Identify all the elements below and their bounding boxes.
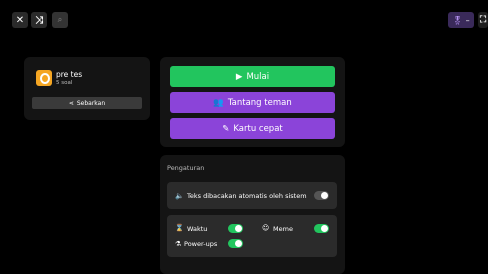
powerups-icon: ⚗ <box>175 240 182 248</box>
edit-icon: ✎ <box>222 123 230 134</box>
challenge-friend-button-label: Tantang teman <box>227 97 292 108</box>
search-icon: ⌕ <box>57 15 63 24</box>
quiz-logo-icon <box>36 70 52 86</box>
flashcard-button[interactable]: ✎ Kartu cepat <box>170 118 335 139</box>
flashcard-button-label: Kartu cepat <box>233 123 283 134</box>
auto-read-toggle[interactable] <box>314 191 329 200</box>
challenge-friend-button[interactable]: 👥 Tantang teman <box>170 92 335 113</box>
quiz-card <box>24 57 150 120</box>
start-button-label: Mulai <box>246 71 270 82</box>
share-icon: ⋖ <box>68 99 74 107</box>
shuffle-button[interactable]: ⤨ <box>31 12 47 28</box>
powerups-label: Power-ups <box>184 240 218 248</box>
share-button-label: Sebarkan <box>76 99 106 107</box>
close-icon: ✕ <box>15 14 25 26</box>
medal-icon: 🎖 <box>452 15 463 25</box>
close-button[interactable]: ✕ <box>12 12 28 28</box>
timer-icon: ⌛ <box>175 224 184 232</box>
speaker-icon: 🔈 <box>175 192 184 200</box>
meme-toggle[interactable] <box>314 224 329 233</box>
quiz-title: pre tes <box>56 70 83 79</box>
fullscreen-icon: ⛶ <box>479 15 487 25</box>
auto-read-label: Teks dibacakan atomatis oleh sistem <box>187 192 307 200</box>
time-label: Waktu <box>187 225 208 233</box>
powerups-toggle[interactable] <box>228 239 243 248</box>
start-button[interactable]: ▶ Mulai <box>170 66 335 87</box>
search-button[interactable]: ⌕ <box>52 12 68 28</box>
options-row <box>167 215 337 257</box>
share-button[interactable]: ⋖ Sebarkan <box>32 97 142 109</box>
streak-badge[interactable]: 🎖 – <box>448 12 474 28</box>
streak-badge-text: – <box>465 15 470 25</box>
meme-label: Meme <box>273 225 293 233</box>
time-toggle[interactable] <box>228 224 243 233</box>
play-icon: ▶ <box>235 71 243 82</box>
meme-icon: ☺ <box>262 224 270 232</box>
shuffle-icon: ⤨ <box>35 14 43 26</box>
settings-heading: Pengaturan <box>167 164 205 172</box>
fullscreen-button[interactable]: ⛶ <box>478 12 488 28</box>
users-icon: 👥 <box>213 97 224 108</box>
quiz-subtitle: 5 soal <box>56 80 73 86</box>
